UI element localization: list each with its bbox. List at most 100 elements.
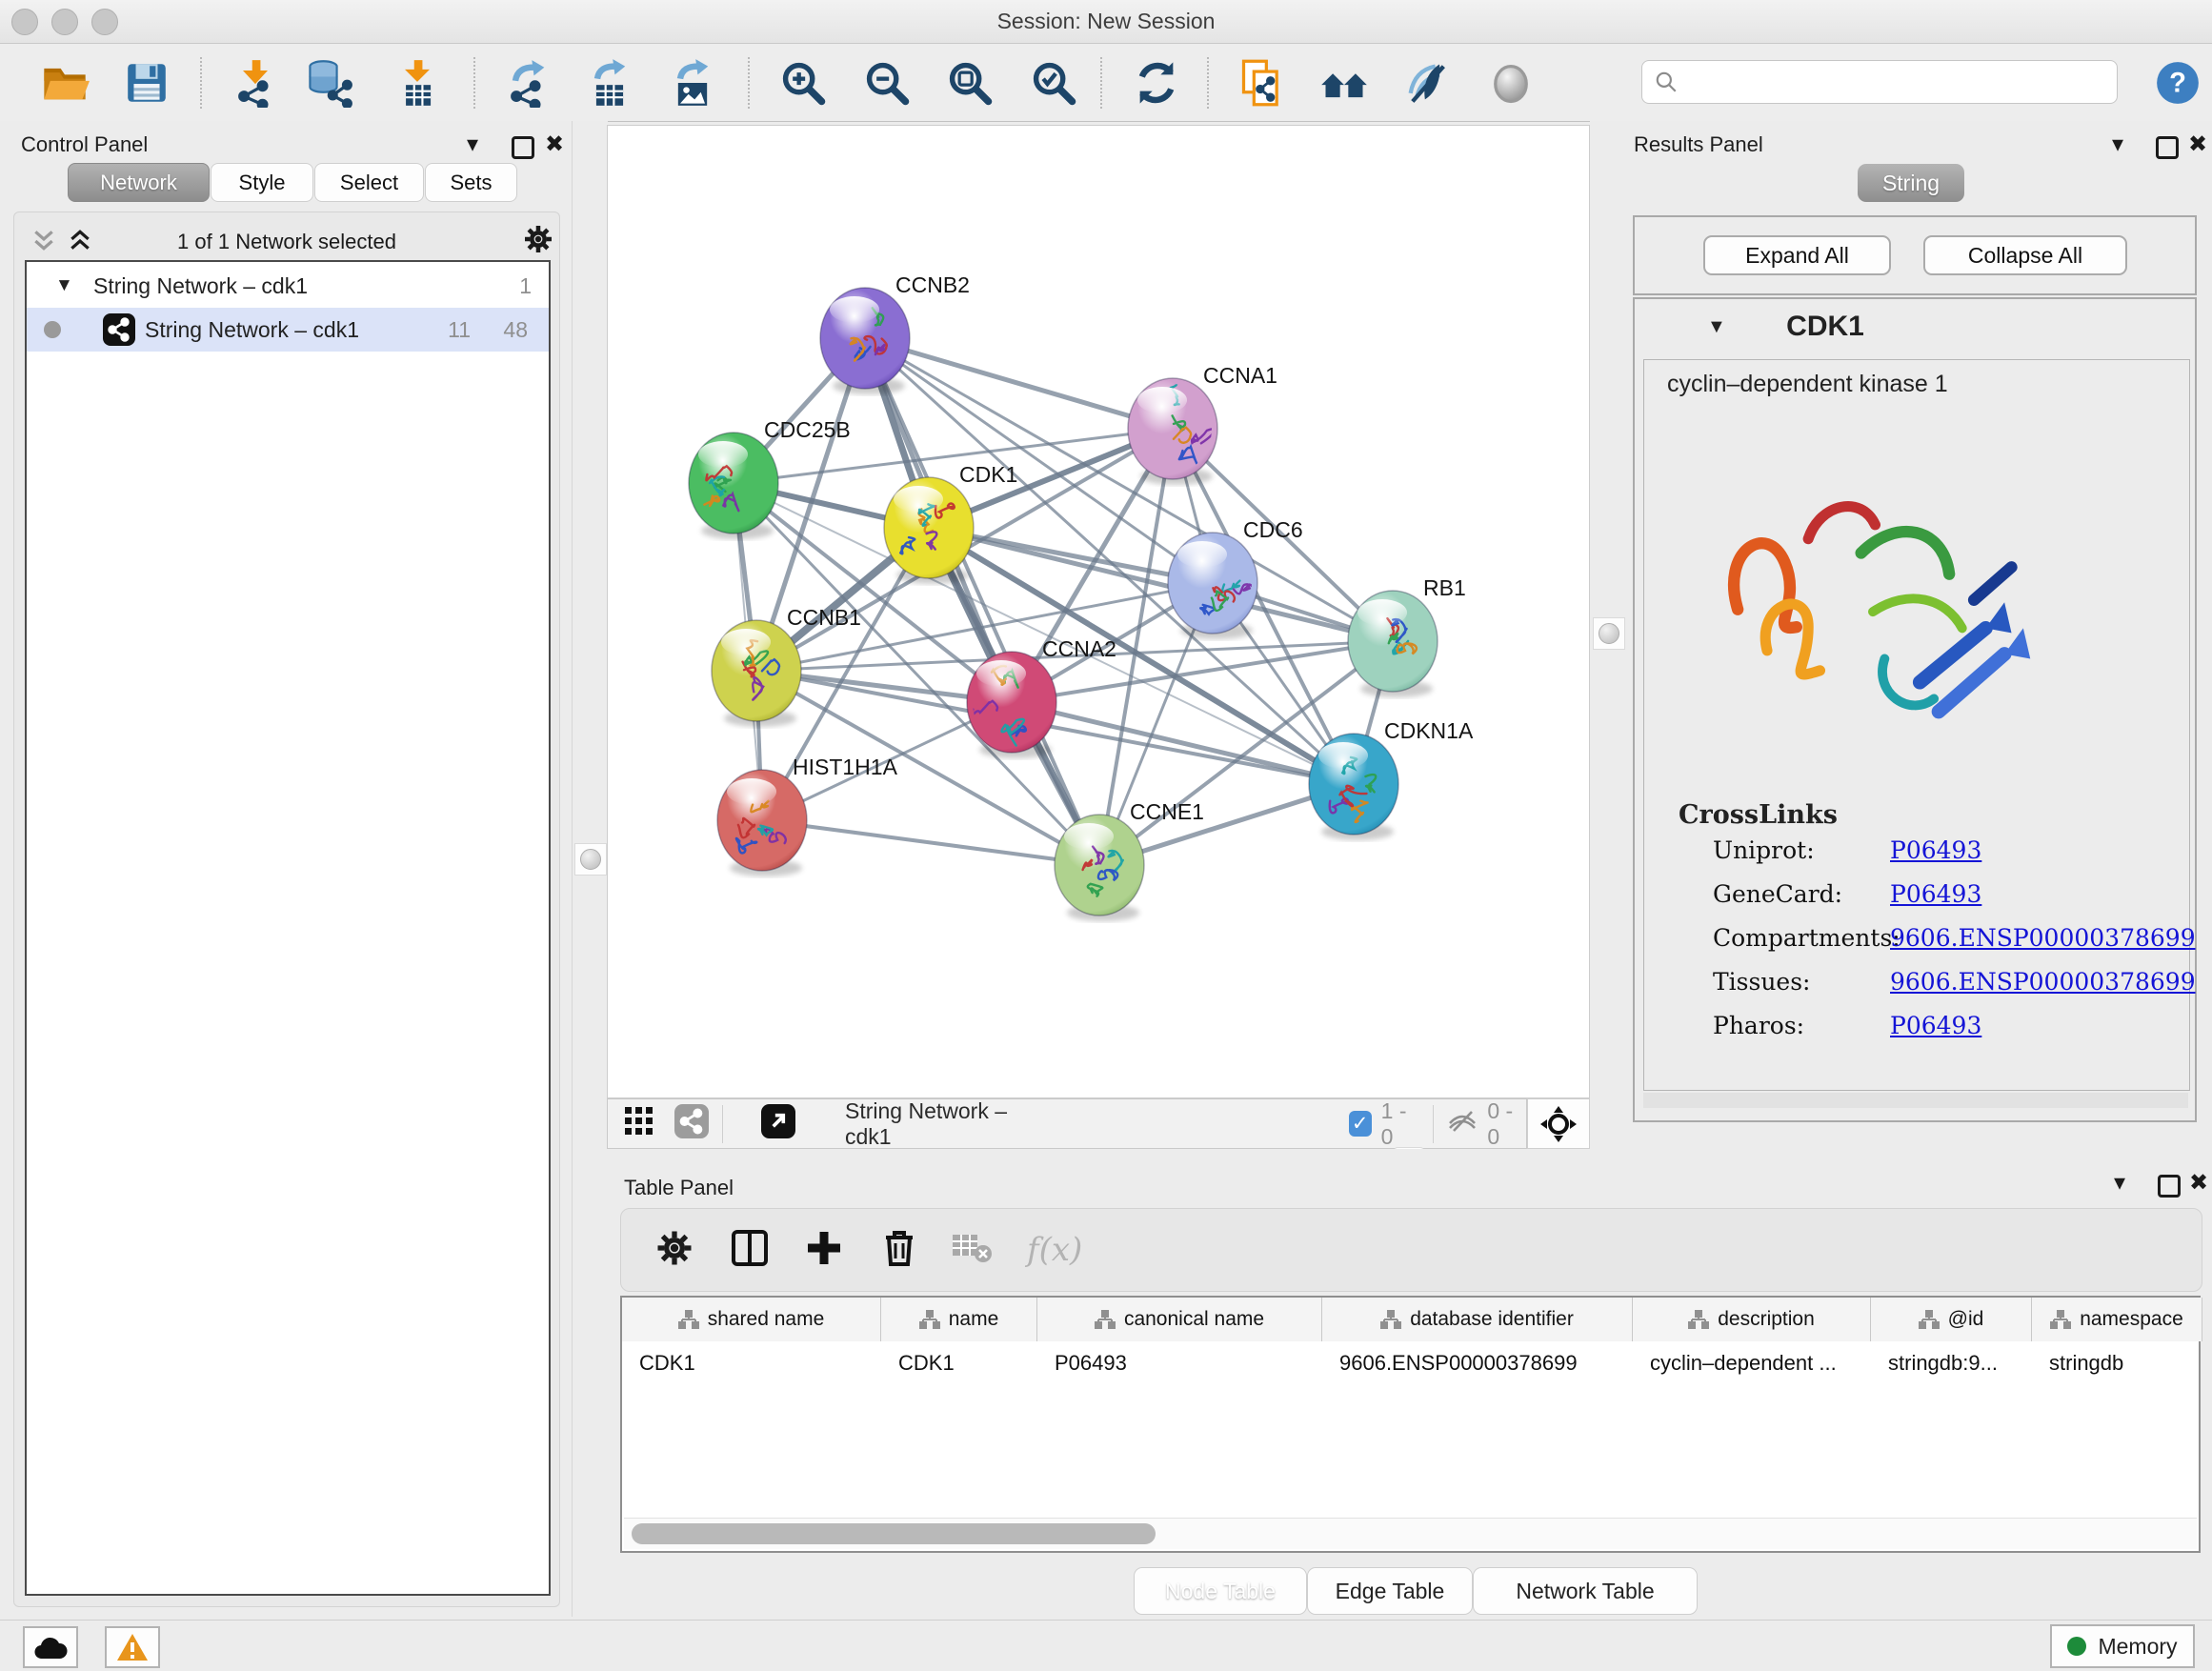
help-icon[interactable]: ?	[2149, 54, 2206, 111]
column-header-database-identifier[interactable]: database identifier	[1322, 1298, 1633, 1341]
close-panel-icon[interactable]: ✖	[545, 133, 564, 156]
left-splitter[interactable]	[572, 121, 608, 1617]
tab-select[interactable]: Select	[314, 163, 424, 202]
column-header-description[interactable]: description	[1633, 1298, 1871, 1341]
float-panel-icon[interactable]	[2158, 1175, 2181, 1198]
graph-edge-CCNE1-HIST1H1A[interactable]	[762, 820, 1099, 865]
import-table-icon[interactable]	[389, 54, 446, 111]
import-network-from-database-icon[interactable]	[301, 54, 358, 111]
table-hscrollbar-thumb[interactable]	[632, 1523, 1156, 1544]
graph-node-CCNA1[interactable]: CCNA1	[1128, 363, 1277, 485]
float-panel-icon[interactable]	[2156, 136, 2179, 159]
float-panel-icon[interactable]	[512, 136, 534, 159]
panel-menu-icon[interactable]: ▾	[2114, 1172, 2125, 1195]
search-input[interactable]	[1679, 69, 2092, 95]
create-column-icon[interactable]	[804, 1228, 844, 1273]
zoom-fit-icon[interactable]	[941, 54, 998, 111]
hide-unhide-icon[interactable]	[1398, 54, 1456, 111]
graph-edge-CCNB2-CCNE1[interactable]	[865, 338, 1099, 865]
cloud-services-button[interactable]	[23, 1626, 78, 1668]
protein-name: CDK1	[1635, 311, 2016, 343]
crosslink-value-link[interactable]: 9606.ENSP00000378699	[1890, 968, 2196, 996]
tab-sets[interactable]: Sets	[425, 163, 517, 202]
network-row[interactable]: String Network – cdk1 11 48	[27, 308, 549, 352]
delete-column-trash-icon[interactable]	[880, 1228, 918, 1273]
graph-node-CDK1[interactable]: CDK1	[884, 462, 1017, 584]
export-image-icon[interactable]	[664, 54, 721, 111]
function-builder-icon[interactable]: f(x)	[1027, 1231, 1082, 1269]
graph-node-RB1[interactable]: RB1	[1348, 575, 1466, 697]
warnings-button[interactable]	[105, 1626, 160, 1668]
table-cell[interactable]: stringdb	[2032, 1341, 2202, 1385]
birdseye-toggle[interactable]	[1527, 1098, 1590, 1149]
new-table-icon[interactable]	[581, 54, 638, 111]
column-header-name[interactable]: name	[881, 1298, 1037, 1341]
tab-string[interactable]: String	[1858, 164, 1964, 202]
left-splitter-handle[interactable]	[574, 843, 607, 876]
tab-edge-table[interactable]: Edge Table	[1307, 1567, 1473, 1615]
panel-menu-icon[interactable]: ▾	[467, 133, 478, 156]
crosslink-value-link[interactable]: 9606.ENSP00000378699	[1890, 924, 2196, 952]
collection-expander-icon[interactable]: ▼	[55, 275, 73, 296]
network-options-gear-icon[interactable]	[523, 224, 553, 259]
zoom-out-icon[interactable]	[858, 54, 915, 111]
table-options-gear-icon[interactable]	[655, 1229, 694, 1272]
delete-table-icon[interactable]	[951, 1231, 993, 1270]
tab-style[interactable]: Style	[211, 163, 313, 202]
table-cell[interactable]: CDK1	[881, 1341, 1037, 1385]
home-networks-icon[interactable]	[1316, 54, 1373, 111]
show-columns-icon[interactable]	[730, 1228, 770, 1273]
network-graph[interactable]: CCNB2CCNA1CDC25BCDK1CDC6RB1CCNB1CCNA2CDK…	[608, 126, 1589, 1097]
crosslink-value-link[interactable]: P06493	[1890, 880, 1981, 908]
results-scrollbar-track[interactable]	[1643, 1093, 2188, 1108]
selected-nodes-checkbox-icon[interactable]: ✓	[1349, 1111, 1372, 1137]
crosslink-value-link[interactable]: P06493	[1890, 1012, 1981, 1039]
table-hscrollbar[interactable]	[624, 1518, 2197, 1549]
graph-edge-CCNB2-CCNA1[interactable]	[865, 338, 1173, 429]
hidden-eye-icon[interactable]	[1447, 1106, 1478, 1141]
crosslink-label: Pharos:	[1713, 1012, 1804, 1039]
right-splitter[interactable]	[1590, 121, 1626, 1149]
grid-view-icon[interactable]	[625, 1107, 654, 1140]
copy-network-icon[interactable]	[1234, 54, 1291, 111]
new-network-icon[interactable]	[499, 54, 556, 111]
toolbar-separator	[1100, 57, 1102, 109]
zoom-selected-icon[interactable]	[1025, 54, 1082, 111]
import-network-icon[interactable]	[227, 54, 284, 111]
annotation-sphere-icon[interactable]	[1482, 54, 1539, 111]
column-header-shared-name[interactable]: shared name	[622, 1298, 881, 1341]
close-panel-icon[interactable]: ✖	[2189, 1172, 2208, 1195]
table-cell[interactable]: 9606.ENSP00000378699	[1322, 1341, 1633, 1385]
search-box[interactable]	[1641, 60, 2118, 104]
network-canvas[interactable]: CCNB2CCNA1CDC25BCDK1CDC6RB1CCNB1CCNA2CDK…	[607, 125, 1590, 1098]
table-cell[interactable]: CDK1	[622, 1341, 881, 1385]
zoom-in-icon[interactable]	[774, 54, 832, 111]
open-session-icon[interactable]	[36, 54, 93, 111]
collapse-all-button[interactable]: Collapse All	[1923, 235, 2127, 275]
detach-view-icon[interactable]	[761, 1104, 795, 1143]
close-panel-icon[interactable]: ✖	[2188, 133, 2207, 156]
graph-node-HIST1H1A[interactable]: HIST1H1A	[717, 755, 898, 876]
network-collection-row[interactable]: ▼ String Network – cdk1 1	[27, 264, 549, 308]
save-session-icon[interactable]	[118, 54, 175, 111]
tab-network-table[interactable]: Network Table	[1473, 1567, 1698, 1615]
graph-node-CCNB2[interactable]: CCNB2	[820, 272, 970, 394]
graph-edge-CCNA2-CDKN1A[interactable]	[1012, 702, 1354, 784]
tab-network[interactable]: Network	[68, 163, 210, 202]
table-cell[interactable]: P06493	[1037, 1341, 1322, 1385]
memory-button[interactable]: Memory	[2050, 1624, 2195, 1668]
expand-all-button[interactable]: Expand All	[1703, 235, 1891, 275]
tab-node-table[interactable]: Node Table	[1134, 1567, 1307, 1615]
right-splitter-handle[interactable]	[1593, 617, 1625, 650]
crosslink-value-link[interactable]: P06493	[1890, 836, 1981, 864]
apply-layout-icon[interactable]	[1128, 54, 1185, 111]
column-header-namespace[interactable]: namespace	[2032, 1298, 2202, 1341]
table-cell[interactable]: stringdb:9...	[1871, 1341, 2032, 1385]
column-header-canonical-name[interactable]: canonical name	[1037, 1298, 1322, 1341]
panel-menu-icon[interactable]: ▾	[2112, 133, 2123, 156]
network-view-icon[interactable]	[674, 1104, 709, 1143]
graph-node-CDKN1A[interactable]: CDKN1A	[1309, 718, 1474, 840]
table-cell[interactable]: cyclin–dependent ...	[1633, 1341, 1871, 1385]
column-header--id[interactable]: @id	[1871, 1298, 2032, 1341]
table-header-row: shared namenamecanonical namedatabase id…	[622, 1298, 2199, 1299]
